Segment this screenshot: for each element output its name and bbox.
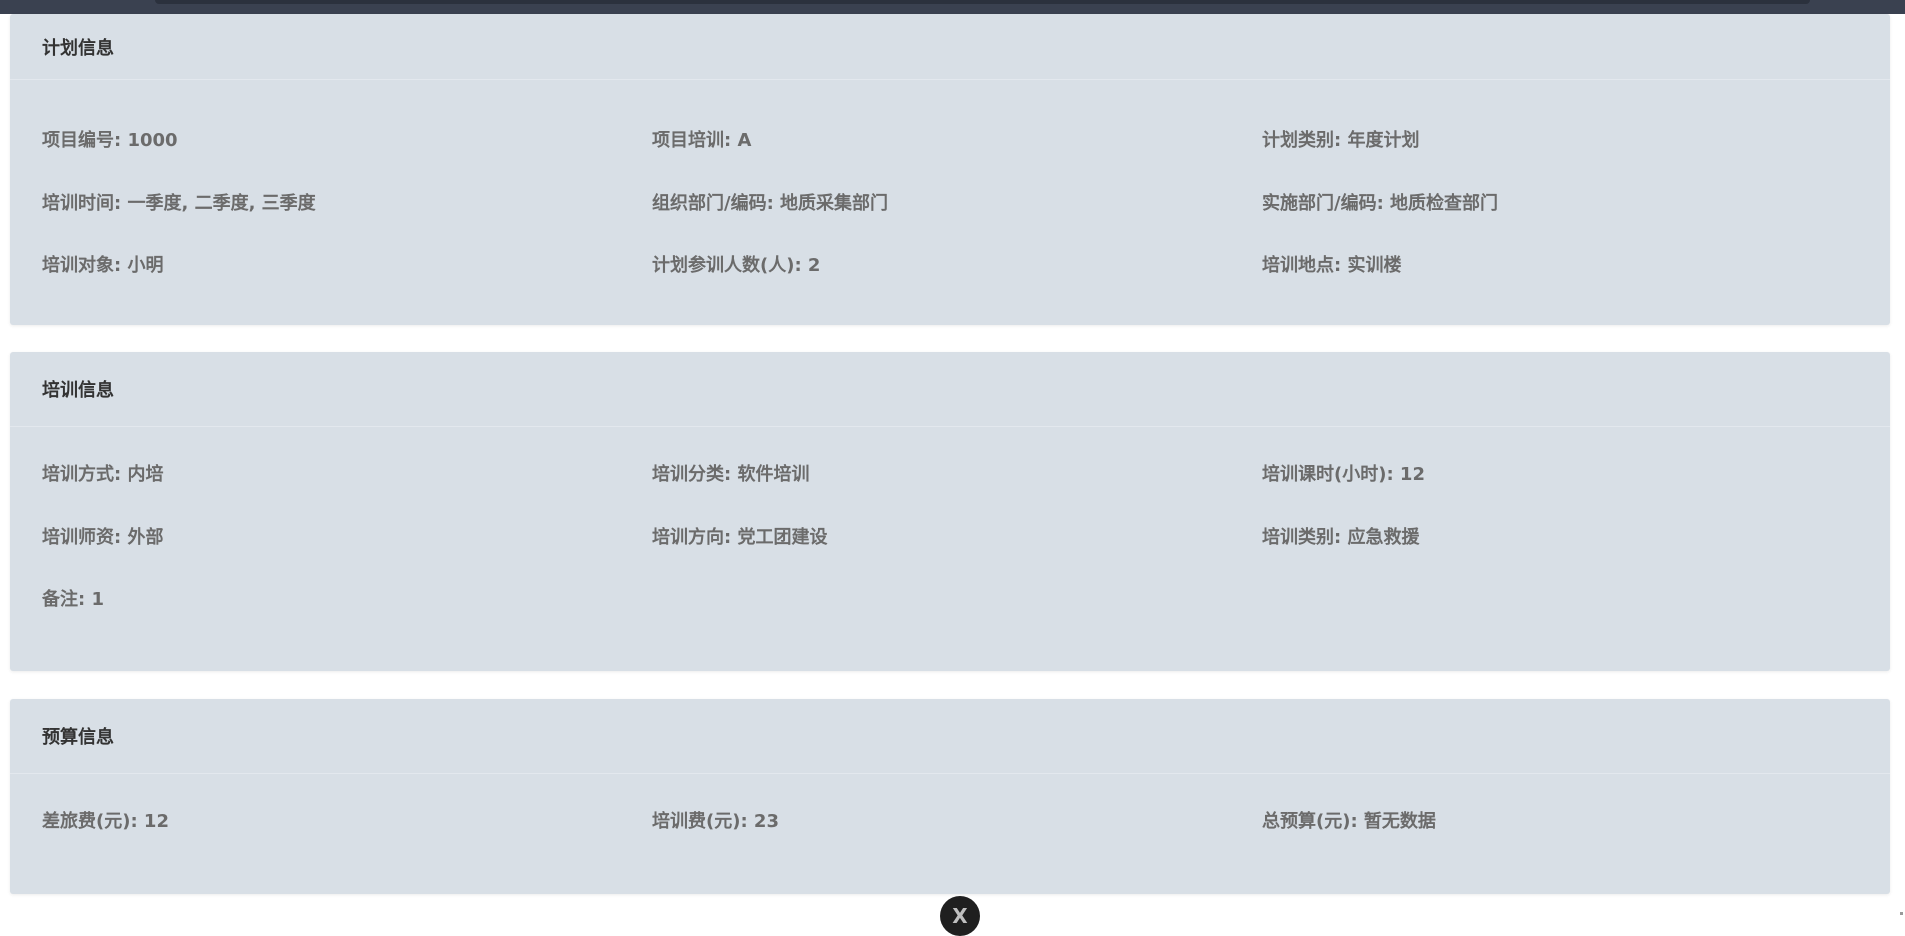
training-classification-field: 培训分类: 软件培训 (652, 464, 810, 485)
plan-info-title: 计划信息 (10, 14, 1890, 80)
organizing-department-field: 组织部门/编码: 地质采集部门 (652, 193, 889, 214)
implementing-department-field: 实施部门/编码: 地质检查部门 (1262, 193, 1499, 214)
training-row: 备注: 1 (10, 589, 1890, 611)
corner-mark (1900, 912, 1903, 915)
plan-row: 培训时间: 一季度, 二季度, 三季度 组织部门/编码: 地质采集部门 实施部门… (10, 193, 1890, 215)
remarks-field: 备注: 1 (42, 589, 104, 610)
travel-expense-field: 差旅费(元): 12 (42, 811, 169, 832)
training-method-field: 培训方式: 内培 (42, 464, 164, 485)
top-bar-inner (155, 0, 1810, 4)
project-number-field: 项目编号: 1000 (42, 130, 178, 151)
budget-info-card: 预算信息 差旅费(元): 12 培训费(元): 23 总预算(元): 暂无数据 (10, 699, 1890, 894)
training-type-field: 培训类别: 应急救援 (1262, 527, 1420, 548)
total-budget-field: 总预算(元): 暂无数据 (1262, 811, 1436, 832)
training-fee-field: 培训费(元): 23 (652, 811, 779, 832)
planned-participants-field: 计划参训人数(人): 2 (652, 255, 821, 276)
training-time-field: 培训时间: 一季度, 二季度, 三季度 (42, 193, 316, 214)
training-direction-field: 培训方向: 党工团建设 (652, 527, 828, 548)
plan-row: 培训对象: 小明 计划参训人数(人): 2 培训地点: 实训楼 (10, 255, 1890, 277)
training-hours-field: 培训课时(小时): 12 (1262, 464, 1425, 485)
budget-row: 差旅费(元): 12 培训费(元): 23 总预算(元): 暂无数据 (10, 811, 1890, 833)
plan-row: 项目编号: 1000 项目培训: A 计划类别: 年度计划 (10, 130, 1890, 152)
project-training-field: 项目培训: A (652, 130, 752, 151)
budget-info-title: 预算信息 (10, 699, 1890, 774)
training-faculty-field: 培训师资: 外部 (42, 527, 164, 548)
top-bar (0, 0, 1905, 14)
close-icon: X (952, 904, 968, 928)
training-info-title: 培训信息 (10, 352, 1890, 427)
close-button[interactable]: X (940, 896, 980, 936)
training-row: 培训方式: 内培 培训分类: 软件培训 培训课时(小时): 12 (10, 464, 1890, 486)
plan-info-card: 计划信息 项目编号: 1000 项目培训: A 计划类别: 年度计划 培训时间:… (10, 14, 1890, 325)
training-row: 培训师资: 外部 培训方向: 党工团建设 培训类别: 应急救援 (10, 527, 1890, 549)
training-target-field: 培训对象: 小明 (42, 255, 164, 276)
plan-category-field: 计划类别: 年度计划 (1262, 130, 1420, 151)
training-info-card: 培训信息 培训方式: 内培 培训分类: 软件培训 培训课时(小时): 12 培训… (10, 352, 1890, 671)
training-location-field: 培训地点: 实训楼 (1262, 255, 1402, 276)
